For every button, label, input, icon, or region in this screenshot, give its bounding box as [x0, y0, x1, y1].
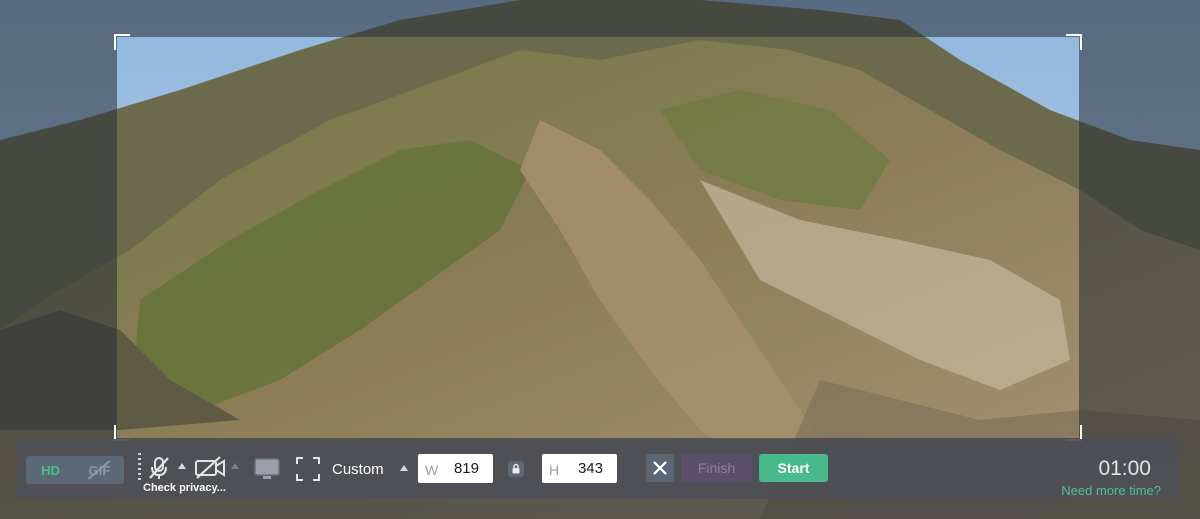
recording-toolbar: HD GIF Check privacy... [16, 439, 1179, 499]
recording-timer: 01:00 [1098, 457, 1151, 480]
fullscreen-icon[interactable] [295, 456, 321, 487]
start-button[interactable]: Start [759, 454, 828, 482]
size-preset-select[interactable]: Custom [332, 461, 384, 478]
width-value: 819 [453, 460, 479, 477]
height-field[interactable]: H 343 [542, 454, 617, 483]
microphone-options-caret[interactable] [178, 463, 186, 469]
hd-option[interactable]: HD [26, 456, 75, 484]
lock-icon [512, 463, 520, 474]
capture-region[interactable] [114, 34, 1082, 441]
camera-muted-icon[interactable] [194, 456, 226, 485]
gif-option[interactable]: GIF [75, 456, 124, 484]
quality-toggle: HD GIF [26, 456, 124, 484]
cancel-button[interactable] [646, 454, 674, 482]
resize-handle-top-left[interactable] [114, 34, 130, 50]
resize-handle-top-right[interactable] [1066, 34, 1082, 50]
size-preset-caret[interactable] [400, 465, 408, 471]
need-more-time-link[interactable]: Need more time? [1061, 483, 1161, 498]
height-value: 343 [577, 460, 603, 477]
camera-options-caret[interactable] [231, 463, 239, 469]
dim-overlay-top [0, 0, 1200, 37]
dim-overlay-left [0, 37, 117, 438]
check-privacy-link[interactable]: Check privacy... [143, 482, 226, 494]
toolbar-separator [138, 453, 141, 483]
monitor-icon[interactable] [253, 456, 281, 487]
aspect-lock-button[interactable] [508, 461, 524, 477]
dim-overlay-right [1079, 37, 1200, 438]
close-icon [653, 461, 667, 475]
finish-button[interactable]: Finish [681, 454, 752, 482]
width-field[interactable]: W 819 [418, 454, 493, 483]
height-prefix: H [549, 462, 560, 478]
width-prefix: W [425, 462, 439, 478]
hd-label: HD [41, 462, 60, 478]
